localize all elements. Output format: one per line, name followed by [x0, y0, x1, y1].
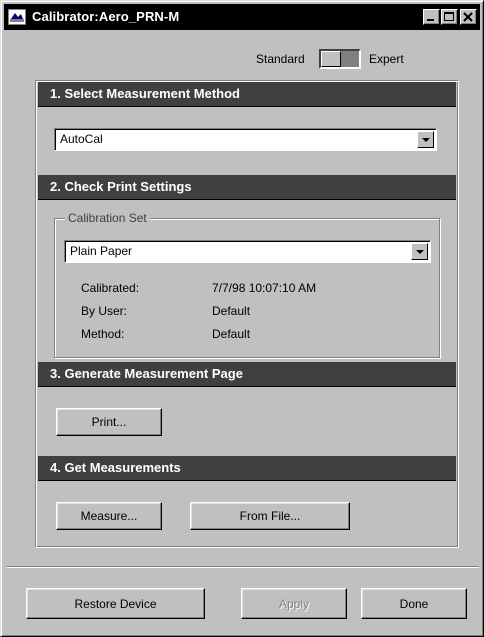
calibration-set-dropdown-button[interactable] — [411, 243, 428, 260]
restore-device-button-label: Restore Device — [74, 597, 157, 611]
section-3-header: 3. Generate Measurement Page — [38, 362, 456, 387]
measurement-method-value: AutoCal — [60, 132, 103, 146]
toggle-knob[interactable] — [321, 51, 341, 67]
by-user-value: Default — [212, 304, 251, 318]
print-button-label: Print... — [91, 415, 127, 429]
from-file-button[interactable]: From File... — [190, 502, 350, 530]
app-icon[interactable] — [8, 9, 26, 25]
calibration-set-group-label: Calibration Set — [65, 211, 150, 225]
measurement-method-dropdown-button[interactable] — [417, 131, 434, 148]
apply-button[interactable]: Apply — [241, 588, 347, 619]
minimize-icon — [427, 19, 434, 21]
restore-device-button[interactable]: Restore Device — [26, 588, 205, 619]
apply-button-label: Apply — [278, 597, 310, 611]
expert-label: Expert — [369, 52, 404, 66]
maximize-button[interactable] — [441, 9, 458, 25]
section-2-header: 2. Check Print Settings — [38, 175, 456, 200]
from-file-button-label: From File... — [239, 509, 301, 523]
done-button-label: Done — [399, 597, 429, 611]
close-button[interactable] — [460, 9, 477, 25]
title-bar[interactable]: Calibrator:Aero_PRN-M — [4, 4, 480, 30]
calibration-set-value: Plain Paper — [70, 244, 133, 258]
mode-toggle-switch[interactable] — [319, 49, 361, 69]
mode-toggle-row: Standard Expert — [1, 49, 484, 71]
measure-button-label: Measure... — [80, 509, 138, 523]
by-user-label: By User: — [81, 304, 128, 318]
method-value: Default — [212, 327, 251, 341]
calibrated-value: 7/7/98 10:07:10 AM — [212, 281, 317, 295]
section-4-header: 4. Get Measurements — [38, 456, 456, 481]
calibration-set-dropdown[interactable]: Plain Paper — [64, 240, 431, 263]
window-title: Calibrator:Aero_PRN-M — [32, 9, 180, 24]
close-icon — [463, 12, 473, 22]
chevron-down-icon — [422, 138, 430, 142]
calibrated-label: Calibrated: — [81, 281, 140, 295]
measure-button[interactable]: Measure... — [56, 502, 162, 530]
standard-label: Standard — [256, 52, 305, 66]
method-label: Method: — [81, 327, 125, 341]
minimize-button[interactable] — [423, 9, 440, 25]
section-1-header: 1. Select Measurement Method — [38, 82, 456, 107]
footer-separator — [7, 566, 479, 568]
chevron-down-icon — [416, 250, 424, 254]
calibrator-window: Calibrator:Aero_PRN-M Standard Expert 1.… — [0, 0, 484, 637]
done-button[interactable]: Done — [361, 588, 467, 619]
print-button[interactable]: Print... — [56, 408, 162, 436]
measurement-method-dropdown[interactable]: AutoCal — [54, 128, 437, 151]
maximize-icon — [444, 12, 454, 21]
